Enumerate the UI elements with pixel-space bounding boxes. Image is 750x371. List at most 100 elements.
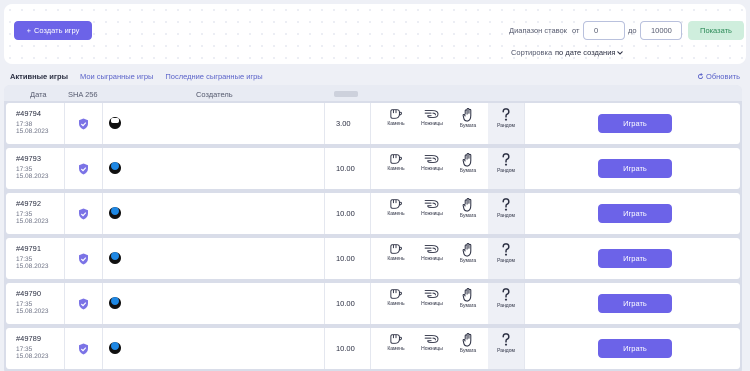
game-datetime: 17:35 15.08.2023 bbox=[16, 211, 49, 225]
game-number: #49792 bbox=[16, 199, 42, 208]
play-button[interactable]: Играть bbox=[598, 249, 672, 268]
shield-check-icon[interactable] bbox=[78, 162, 89, 175]
play-button[interactable]: Играть bbox=[598, 114, 672, 133]
choice-label: Бумага bbox=[459, 213, 477, 219]
fist-icon bbox=[378, 108, 414, 120]
refresh-label: Обновить bbox=[706, 72, 740, 81]
choice-paper[interactable]: Бумага bbox=[450, 288, 486, 309]
bet-range-label: Диапазон ставок bbox=[509, 26, 567, 35]
play-button[interactable]: Играть bbox=[598, 204, 672, 223]
game-number: #49789 bbox=[16, 334, 42, 343]
game-datetime: 17:38 15.08.2023 bbox=[16, 121, 49, 135]
choice-scissors[interactable]: Ножницы bbox=[414, 108, 450, 127]
open-hand-icon bbox=[450, 333, 486, 347]
choice-rock[interactable]: Камень bbox=[378, 108, 414, 127]
bet-amount: 10.00 bbox=[336, 209, 355, 218]
choice-rock[interactable]: Камень bbox=[378, 153, 414, 172]
table-row: #49791 17:35 15.08.2023 10.00 Камень Ножницы Б… bbox=[6, 238, 740, 279]
creator-avatar bbox=[109, 297, 121, 309]
choice-paper[interactable]: Бумага bbox=[450, 153, 486, 174]
column-divider bbox=[324, 283, 325, 324]
fist-icon bbox=[378, 153, 414, 165]
game-datetime: 17:35 15.08.2023 bbox=[16, 346, 49, 360]
choice-paper[interactable]: Бумага bbox=[450, 333, 486, 354]
choice-label: Бумага bbox=[459, 303, 477, 309]
choice-random[interactable]: Рандом bbox=[488, 153, 524, 174]
choice-scissors[interactable]: Ножницы bbox=[414, 243, 450, 262]
open-hand-icon bbox=[450, 198, 486, 212]
column-date: Дата bbox=[30, 90, 47, 99]
chevron-down-icon bbox=[617, 50, 624, 55]
table-row: #49793 17:35 15.08.2023 10.00 Камень Ножницы Б… bbox=[6, 148, 740, 189]
game-date: 15.08.2023 bbox=[16, 128, 49, 135]
column-divider bbox=[370, 328, 371, 369]
choice-random[interactable]: Рандом bbox=[488, 333, 524, 354]
choice-scissors[interactable]: Ножницы bbox=[414, 198, 450, 217]
show-button[interactable]: Показать bbox=[688, 21, 744, 40]
choice-label: Рандом bbox=[497, 213, 515, 219]
bet-from-input[interactable] bbox=[583, 21, 625, 40]
refresh-button[interactable]: Обновить bbox=[697, 72, 740, 81]
question-mark-icon bbox=[488, 108, 524, 122]
column-sha: SHA 256 bbox=[68, 90, 98, 99]
column-divider bbox=[64, 238, 65, 279]
play-button[interactable]: Играть bbox=[598, 159, 672, 178]
shield-check-icon[interactable] bbox=[78, 342, 89, 355]
tab-my-played-games[interactable]: Мои сыгранные игры bbox=[80, 72, 153, 81]
game-datetime: 17:35 15.08.2023 bbox=[16, 166, 49, 180]
question-mark-icon bbox=[488, 333, 524, 347]
from-label: от bbox=[572, 26, 580, 35]
shield-check-icon[interactable] bbox=[78, 297, 89, 310]
shield-check-icon[interactable] bbox=[78, 252, 89, 265]
choice-rock[interactable]: Камень bbox=[378, 198, 414, 217]
choice-label: Ножницы bbox=[421, 211, 443, 217]
tab-last-played-games[interactable]: Последние сыгранные игры bbox=[165, 72, 262, 81]
choice-scissors[interactable]: Ножницы bbox=[414, 153, 450, 172]
play-button[interactable]: Играть bbox=[598, 339, 672, 358]
column-divider bbox=[102, 238, 103, 279]
bet-amount: 10.00 bbox=[336, 344, 355, 353]
refresh-icon bbox=[697, 73, 704, 80]
choice-rock[interactable]: Камень bbox=[378, 288, 414, 307]
choice-paper[interactable]: Бумага bbox=[450, 198, 486, 219]
create-game-button[interactable]: + Создать игру bbox=[14, 21, 92, 40]
choice-rock[interactable]: Камень bbox=[378, 243, 414, 262]
choice-paper[interactable]: Бумага bbox=[450, 243, 486, 264]
play-button[interactable]: Играть bbox=[598, 294, 672, 313]
fist-icon bbox=[378, 333, 414, 345]
sort-select[interactable]: по дате создания bbox=[555, 48, 624, 57]
choice-scissors[interactable]: Ножницы bbox=[414, 333, 450, 352]
choice-random[interactable]: Рандом bbox=[488, 288, 524, 309]
game-id: #49793 17:35 15.08.2023 bbox=[16, 154, 49, 180]
bet-amount: 10.00 bbox=[336, 164, 355, 173]
column-divider bbox=[324, 238, 325, 279]
open-hand-icon bbox=[450, 108, 486, 122]
shield-check-icon[interactable] bbox=[78, 117, 89, 130]
choice-scissors[interactable]: Ножницы bbox=[414, 288, 450, 307]
choice-rock[interactable]: Камень bbox=[378, 333, 414, 352]
bet-to-input[interactable] bbox=[640, 21, 682, 40]
column-divider bbox=[524, 103, 525, 144]
choice-random[interactable]: Рандом bbox=[488, 198, 524, 219]
shield-check-icon[interactable] bbox=[78, 207, 89, 220]
choice-paper[interactable]: Бумага bbox=[450, 108, 486, 129]
table-row: #49789 17:35 15.08.2023 10.00 Камень Ножницы Б… bbox=[6, 328, 740, 369]
game-date: 15.08.2023 bbox=[16, 308, 49, 315]
choice-random[interactable]: Рандом bbox=[488, 243, 524, 264]
game-number: #49794 bbox=[16, 109, 42, 118]
game-date: 15.08.2023 bbox=[16, 353, 49, 360]
game-time: 17:35 bbox=[16, 256, 33, 263]
choice-label: Ножницы bbox=[421, 301, 443, 307]
choice-label: Рандом bbox=[497, 123, 515, 129]
choice-random[interactable]: Рандом bbox=[488, 108, 524, 129]
column-divider bbox=[370, 238, 371, 279]
game-date: 15.08.2023 bbox=[16, 218, 49, 225]
choice-label: Ножницы bbox=[421, 121, 443, 127]
creator-avatar bbox=[109, 342, 121, 354]
game-date: 15.08.2023 bbox=[16, 173, 49, 180]
column-divider bbox=[102, 103, 103, 144]
column-divider bbox=[102, 148, 103, 189]
tab-active-games[interactable]: Активные игры bbox=[10, 72, 68, 81]
choice-label: Бумага bbox=[459, 123, 477, 129]
creator-avatar bbox=[109, 207, 121, 219]
